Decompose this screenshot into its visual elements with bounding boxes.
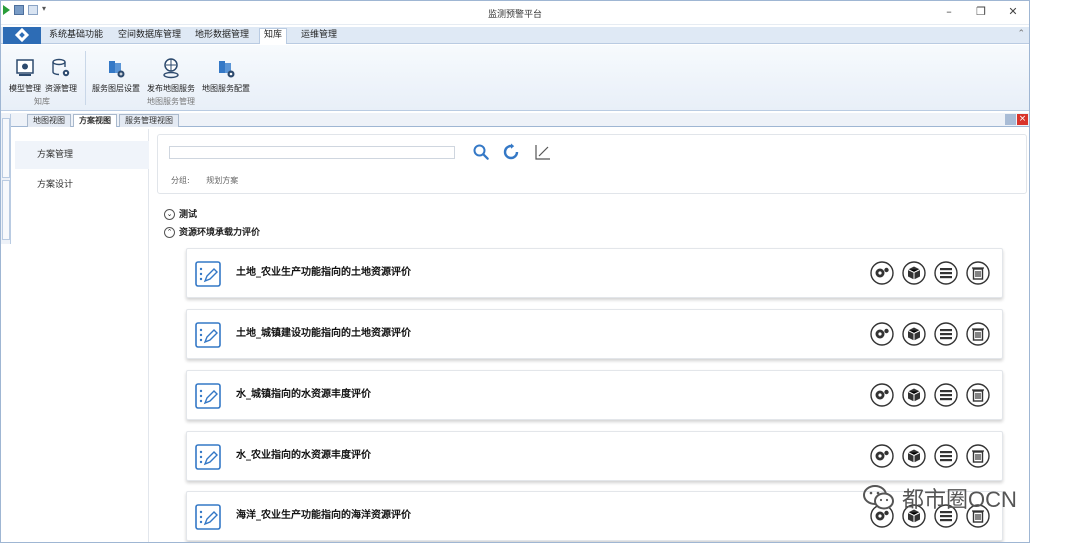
panel-close-icon[interactable]: × xyxy=(1017,114,1028,125)
ribbon-collapse-icon[interactable]: ⌃ xyxy=(1017,29,1025,39)
document-tab-bar: 地图视图 方案视图 服务管理视图 × xyxy=(1,113,1029,127)
resource-manage-button[interactable]: 资源管理 xyxy=(45,57,77,94)
card-actions xyxy=(870,444,990,468)
panel-menu-icon[interactable] xyxy=(1005,114,1016,125)
tab-terrain-data[interactable]: 地形数据管理 xyxy=(191,29,253,44)
publish-map-service-label: 发布地图服务 xyxy=(147,84,195,93)
search-input[interactable] xyxy=(169,146,455,159)
nav-item-scheme-manage[interactable]: 方案管理 xyxy=(15,141,149,169)
scheme-card[interactable]: 土地_农业生产功能指向的土地资源评价 xyxy=(186,248,1003,298)
brand-watermark: 都市圈OCN xyxy=(862,482,1017,514)
box-icon[interactable] xyxy=(902,383,926,407)
tab-knowledge[interactable]: 知库 xyxy=(259,28,288,44)
map-service-config-label: 地图服务配置 xyxy=(202,84,250,93)
scheme-nav: 方案管理 方案设计 xyxy=(15,129,149,542)
scheme-manage-panel: 分组: 规划方案 ⌄ 测试 ⌃ 资源环境承载力评价 土地_农业生产功能指向的土地资源… xyxy=(149,129,1029,542)
window-title: 监测预警平台 xyxy=(487,10,542,20)
card-actions xyxy=(870,322,990,346)
tab-service-manage-view[interactable]: 服务管理视图 xyxy=(119,114,179,127)
model-icon xyxy=(16,59,34,76)
search-panel: 分组: 规划方案 xyxy=(157,134,1027,194)
app-window: ▾ 监测预警平台 – ❐ ✕ 系统基础功能 空间数据库管理 地形数据管理 知库 … xyxy=(0,0,1030,543)
settings-gear-icon[interactable] xyxy=(870,383,894,407)
nav-item-scheme-design[interactable]: 方案设计 xyxy=(15,171,149,199)
wechat-logo-icon xyxy=(863,485,894,510)
service-layer-settings-button[interactable]: 服务图层设置 xyxy=(92,57,140,94)
card-actions xyxy=(870,383,990,407)
app-menu-button[interactable] xyxy=(3,27,41,44)
tab-map-view[interactable]: 地图视图 xyxy=(27,114,71,127)
window-controls: – ❐ ✕ xyxy=(933,3,1029,21)
edit-document-icon xyxy=(195,504,221,530)
settings-gear-icon[interactable] xyxy=(870,444,894,468)
service-layer-settings-label: 服务图层设置 xyxy=(92,84,140,93)
scheme-card[interactable]: 水_城镇指向的水资源丰度评价 xyxy=(186,370,1003,420)
edit-document-icon xyxy=(195,261,221,287)
ribbon-group-separator xyxy=(85,51,86,105)
maximize-button[interactable]: ❐ xyxy=(965,3,997,21)
list-icon[interactable] xyxy=(934,322,958,346)
tree-node-label: 测试 xyxy=(179,210,198,220)
scheme-card-title: 海洋_农业生产功能指向的海洋资源评价 xyxy=(236,510,411,521)
app-logo-icon xyxy=(14,27,30,43)
map-service-config-icon xyxy=(219,61,235,78)
edit-document-icon xyxy=(195,322,221,348)
trash-icon[interactable] xyxy=(966,444,990,468)
minimize-button[interactable]: – xyxy=(933,3,965,21)
box-icon[interactable] xyxy=(902,261,926,285)
search-icon[interactable] xyxy=(472,143,490,161)
tree-node-test[interactable]: ⌄ 测试 xyxy=(164,207,464,221)
scheme-card-title: 水_农业指向的水资源丰度评价 xyxy=(236,450,371,461)
ribbon-group-label-knowledge: 知库 xyxy=(34,97,50,106)
edit-pen-icon[interactable] xyxy=(534,143,552,161)
list-icon[interactable] xyxy=(934,383,958,407)
chevron-up-icon[interactable]: ⌃ xyxy=(164,227,175,238)
refresh-icon[interactable] xyxy=(502,143,520,161)
resource-manage-label: 资源管理 xyxy=(45,84,77,93)
tree-node-label: 资源环境承载力评价 xyxy=(179,228,261,238)
side-dock-tab[interactable] xyxy=(2,180,10,240)
tree-node-resource-eval[interactable]: ⌃ 资源环境承载力评价 xyxy=(164,225,464,239)
model-manage-label: 模型管理 xyxy=(9,84,41,93)
map-service-config-button[interactable]: 地图服务配置 xyxy=(202,57,250,94)
scheme-card[interactable]: 土地_城镇建设功能指向的土地资源评价 xyxy=(186,309,1003,359)
ribbon-group-label-map-service: 地图服务管理 xyxy=(147,97,195,106)
model-manage-button[interactable]: 模型管理 xyxy=(9,57,41,94)
scheme-card-title: 土地_农业生产功能指向的土地资源评价 xyxy=(236,267,411,278)
scheme-card-title: 水_城镇指向的水资源丰度评价 xyxy=(236,389,371,400)
settings-gear-icon[interactable] xyxy=(870,261,894,285)
trash-icon[interactable] xyxy=(966,383,990,407)
card-actions xyxy=(870,261,990,285)
box-icon[interactable] xyxy=(902,444,926,468)
title-bar: ▾ 监测预警平台 – ❐ ✕ xyxy=(1,1,1029,25)
ribbon-tab-bar: 系统基础功能 空间数据库管理 地形数据管理 知库 运维管理 ⌃ xyxy=(1,27,1029,44)
database-icon xyxy=(52,58,70,77)
tab-system-basic[interactable]: 系统基础功能 xyxy=(45,29,107,44)
trash-icon[interactable] xyxy=(966,322,990,346)
group-filter-value[interactable]: 规划方案 xyxy=(206,176,238,185)
group-filter-label: 分组: xyxy=(171,176,190,185)
close-button[interactable]: ✕ xyxy=(997,3,1029,21)
scheme-card[interactable]: 水_农业指向的水资源丰度评价 xyxy=(186,431,1003,481)
side-dock-tab[interactable] xyxy=(2,118,10,178)
publish-map-service-button[interactable]: 发布地图服务 xyxy=(147,57,195,94)
edit-document-icon xyxy=(195,383,221,409)
trash-icon[interactable] xyxy=(966,261,990,285)
box-icon[interactable] xyxy=(902,322,926,346)
list-icon[interactable] xyxy=(934,444,958,468)
scheme-card-title: 土地_城镇建设功能指向的土地资源评价 xyxy=(236,328,411,339)
chevron-down-icon[interactable]: ⌄ xyxy=(164,209,175,220)
edit-document-icon xyxy=(195,444,221,470)
group-filter: 分组: 规划方案 xyxy=(171,175,252,186)
brand-text: 都市圈OCN xyxy=(902,487,1017,512)
ribbon: 模型管理 资源管理 知库 服务图层设置 发布地图服务 地图服务配置 地图服务管理 xyxy=(1,45,1029,111)
tab-scheme-view[interactable]: 方案视图 xyxy=(73,114,117,127)
settings-gear-icon[interactable] xyxy=(870,322,894,346)
tab-spatial-db[interactable]: 空间数据库管理 xyxy=(114,29,185,44)
tab-ops[interactable]: 运维管理 xyxy=(297,29,341,44)
publish-map-icon xyxy=(163,58,179,79)
list-icon[interactable] xyxy=(934,261,958,285)
side-dock-strip xyxy=(1,114,11,244)
layer-settings-icon xyxy=(109,61,125,78)
